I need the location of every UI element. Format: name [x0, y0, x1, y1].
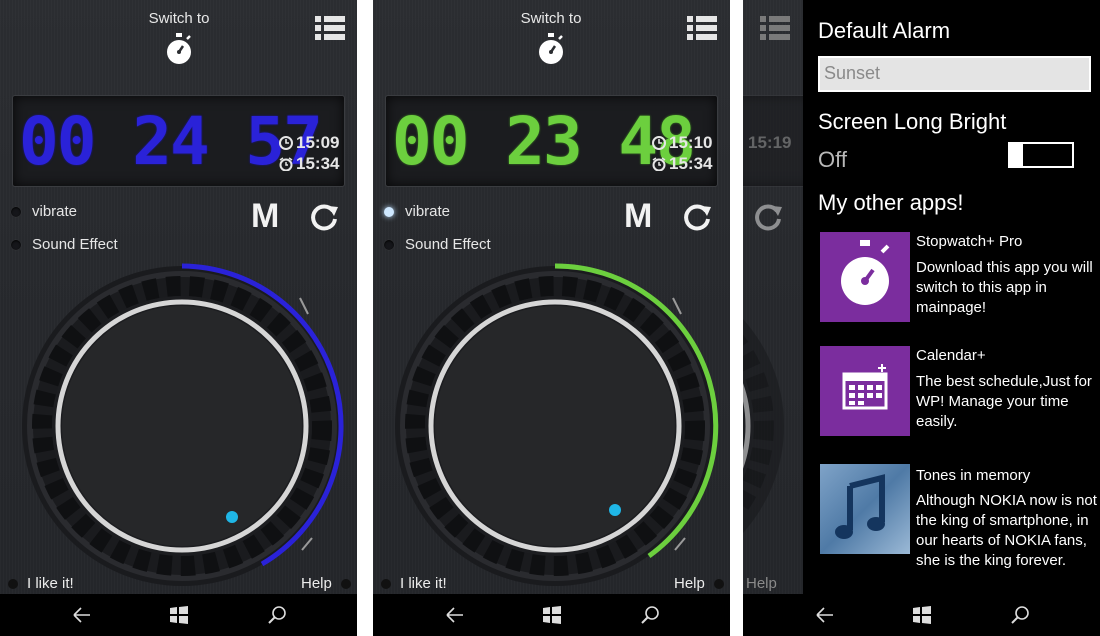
vibrate-label[interactable]: vibrate: [405, 203, 450, 220]
switch-to-label: Switch to: [520, 10, 582, 27]
corner-screw-icon: [341, 579, 351, 589]
like-button[interactable]: I like it!: [400, 575, 447, 592]
stopwatch-pro-tile[interactable]: [820, 232, 910, 322]
vibrate-label[interactable]: vibrate: [32, 203, 77, 220]
clock-icon: [652, 136, 666, 150]
calendar-icon: [842, 364, 888, 410]
search-icon[interactable]: [640, 605, 660, 625]
system-navbar: [0, 594, 357, 636]
lap-time-value: 15:10: [669, 133, 713, 152]
app-description: Although NOKIA now is not the king of sm…: [916, 492, 1097, 569]
screen-bright-heading: Screen Long Bright: [818, 109, 1007, 134]
vibrate-led[interactable]: [11, 207, 21, 217]
lap-time: 15:10: [652, 133, 712, 153]
corner-screw-icon: [714, 579, 724, 589]
app-name[interactable]: Stopwatch+ Pro: [916, 233, 1022, 250]
back-icon[interactable]: [815, 605, 835, 625]
reset-icon[interactable]: [681, 201, 713, 233]
toggle-knob: [1009, 142, 1023, 168]
lap-time: 15:19: [748, 133, 791, 153]
windows-icon[interactable]: [912, 605, 932, 625]
reset-icon[interactable]: [308, 201, 340, 233]
help-button[interactable]: Help: [301, 575, 332, 592]
stopwatch-icon: [841, 240, 890, 305]
alarm-clock-icon: [652, 157, 666, 171]
sound-effect-led[interactable]: [11, 240, 21, 250]
corner-screw-icon: [8, 579, 18, 589]
vibrate-led[interactable]: [384, 207, 394, 217]
corner-screw-icon: [381, 579, 391, 589]
sound-effect-label[interactable]: Sound Effect: [32, 236, 118, 253]
like-button[interactable]: I like it!: [27, 575, 74, 592]
phone-screen-blue: Switch to 00 24 57 15:09 15:34 vibrate S…: [0, 0, 357, 636]
app-description: Download this app you will switch to thi…: [916, 259, 1093, 316]
windows-icon[interactable]: [542, 605, 562, 625]
tones-in-memory-tile[interactable]: [820, 464, 910, 554]
alarm-clock-icon: [279, 157, 293, 171]
elapsed-digits: 00 24 57: [19, 103, 323, 180]
system-navbar: [803, 594, 1100, 636]
music-note-icon: [835, 474, 885, 539]
alarm-time: 15:34: [652, 154, 712, 174]
back-icon[interactable]: [445, 605, 465, 625]
app-name[interactable]: Calendar+: [916, 347, 986, 364]
lap-time-value: 15:19: [748, 133, 792, 152]
system-navbar: [373, 594, 730, 636]
stopwatch-dial: [743, 319, 784, 533]
default-alarm-field[interactable]: Sunset: [818, 56, 1091, 92]
default-alarm-heading: Default Alarm: [818, 18, 951, 43]
memory-button[interactable]: M: [624, 197, 652, 236]
app-description: The best schedule,Just for WP! Manage yo…: [916, 373, 1092, 430]
lap-time-value: 15:09: [296, 133, 340, 152]
windows-icon[interactable]: [169, 605, 189, 625]
memory-button[interactable]: M: [251, 197, 279, 236]
stopwatch-dial[interactable]: [14, 258, 350, 594]
sound-effect-label[interactable]: Sound Effect: [405, 236, 491, 253]
calendar-plus-tile[interactable]: [820, 346, 910, 436]
screen-bright-toggle[interactable]: [1008, 142, 1074, 168]
app-name[interactable]: Tones in memory: [916, 467, 1030, 484]
search-icon[interactable]: [1010, 605, 1030, 625]
phone-screen-green: Switch to 00 23 48 15:10 15:34 vibrate S…: [373, 0, 730, 636]
list-menu-icon[interactable]: [760, 16, 790, 40]
settings-panel: Default Alarm Sunset Screen Long Bright …: [803, 0, 1100, 636]
lap-time: 15:09: [279, 133, 339, 153]
help-button[interactable]: Help: [746, 575, 777, 592]
time-display: 00 23 48 15:10 15:34: [385, 95, 718, 187]
time-display: 00 24 57 15:09 15:34: [12, 95, 345, 187]
list-menu-icon[interactable]: [315, 16, 345, 40]
alarm-time-value: 15:34: [669, 154, 713, 173]
switch-to-label: Switch to: [148, 10, 210, 27]
screen-bright-state: Off: [818, 147, 847, 172]
stopwatch-dial[interactable]: [387, 258, 723, 594]
list-menu-icon[interactable]: [687, 16, 717, 40]
clock-icon: [279, 136, 293, 150]
sound-effect-led[interactable]: [384, 240, 394, 250]
alarm-time: 15:34: [279, 154, 339, 174]
alarm-time-value: 15:34: [296, 154, 340, 173]
search-icon[interactable]: [267, 605, 287, 625]
other-apps-heading: My other apps!: [818, 190, 964, 215]
elapsed-digits: 00 23 48: [392, 103, 696, 180]
back-icon[interactable]: [72, 605, 92, 625]
stopwatch-switch-icon[interactable]: [164, 32, 194, 66]
stopwatch-switch-icon[interactable]: [536, 32, 566, 66]
reset-icon[interactable]: [752, 201, 784, 233]
help-button[interactable]: Help: [674, 575, 705, 592]
